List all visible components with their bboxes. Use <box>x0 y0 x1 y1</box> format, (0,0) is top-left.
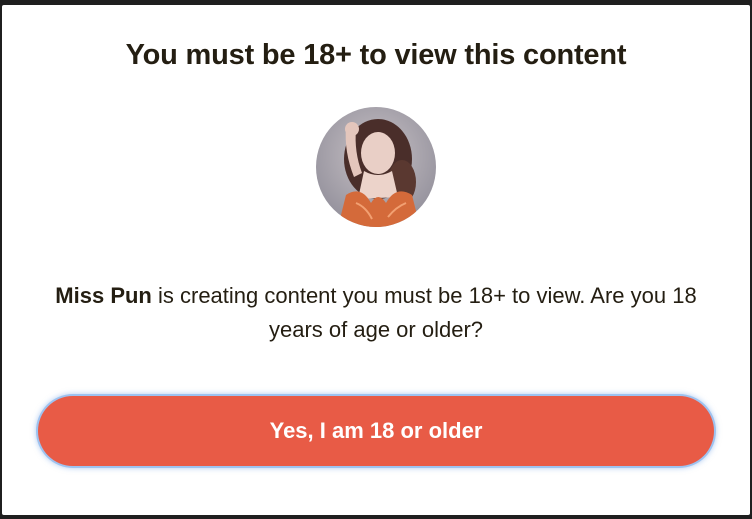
page-background: You must be 18+ to view this content Mis… <box>0 0 752 519</box>
creator-avatar <box>316 107 436 227</box>
avatar-photo <box>316 107 436 227</box>
confirm-age-button[interactable]: Yes, I am 18 or older <box>38 396 714 466</box>
dialog-title: You must be 18+ to view this content <box>125 39 627 71</box>
age-confirmation-message: Miss Pun is creating content you must be… <box>32 279 720 347</box>
age-gate-dialog: You must be 18+ to view this content Mis… <box>2 5 750 515</box>
message-text: is creating content you must be 18+ to v… <box>151 283 697 342</box>
creator-name: Miss Pun <box>55 283 152 308</box>
